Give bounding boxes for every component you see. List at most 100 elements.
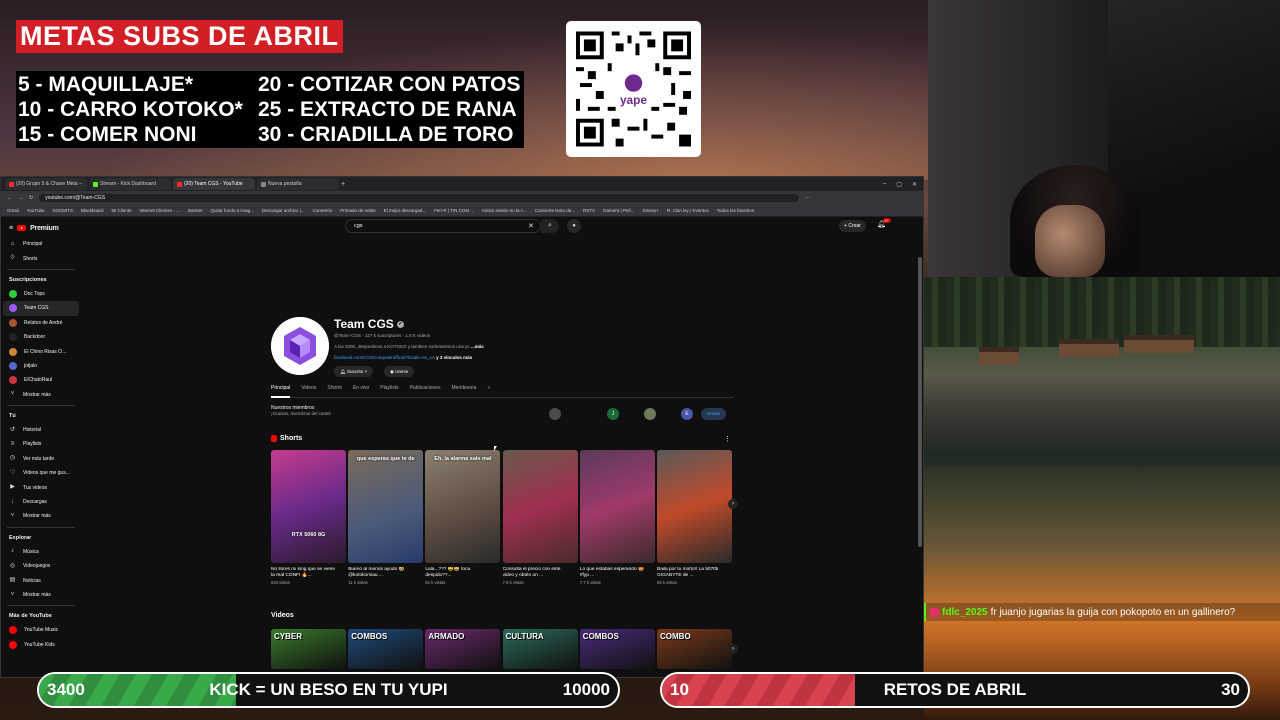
- member-avatar[interactable]: [549, 408, 561, 420]
- voice-search-button[interactable]: ●: [567, 219, 581, 233]
- channel-tab[interactable]: Publicaciones: [410, 385, 441, 397]
- sidebar-item[interactable]: ˅ Mostrar más: [1, 388, 81, 402]
- maximize-icon[interactable]: ▢: [896, 181, 902, 188]
- subscriptions-heading[interactable]: Suscripciones: [1, 273, 81, 287]
- member-avatar[interactable]: J: [607, 408, 619, 420]
- sidebar-item[interactable]: ↓ Descargas: [1, 495, 81, 509]
- channel-search-icon[interactable]: ⌕: [487, 385, 490, 397]
- video-thumbnail[interactable]: ARMADO: [425, 629, 501, 669]
- short-card[interactable]: Consulta el precio con este video y obté…: [502, 450, 578, 585]
- bookmark-item[interactable]: Convierte texto de...: [535, 208, 575, 213]
- sidebar-item[interactable]: ≡ Playlists: [1, 437, 81, 451]
- short-thumbnail[interactable]: RTX 5060 8G: [271, 450, 346, 563]
- new-tab-icon[interactable]: +: [341, 181, 345, 188]
- short-card[interactable]: RTX 5060 8G No llores mi king que se vien…: [271, 450, 346, 585]
- bookmark-item[interactable]: Iniciar sesión en la c...: [482, 208, 527, 213]
- short-card[interactable]: que esperas que te de Bueno al menos ayud…: [348, 450, 424, 585]
- sidebar-item[interactable]: ˅ Mostrar más: [1, 509, 81, 523]
- bookmark-item[interactable]: RSTV: [583, 208, 595, 213]
- sidebar-channel[interactable]: jotjalo: [1, 359, 81, 373]
- channel-tab[interactable]: Playlists: [380, 385, 398, 397]
- short-title[interactable]: Baila por tu moño!! La 5070ti GIGABYTE d…: [657, 567, 732, 579]
- bookmark-item[interactable]: Descargar archivo |...: [262, 208, 305, 213]
- sidebar-item[interactable]: ˅ Mostrar más: [1, 588, 81, 602]
- browser-tab[interactable]: Stream - Kick Dashboard: [89, 178, 171, 190]
- sidebar-item[interactable]: ♪ Música: [1, 545, 81, 559]
- video-thumbnail[interactable]: CULTURA: [502, 629, 578, 669]
- join-button[interactable]: ◉ Unirse: [384, 366, 415, 377]
- minimize-icon[interactable]: –: [883, 181, 886, 188]
- sidebar-channel[interactable]: Relatos de André: [1, 316, 81, 330]
- sidebar-item[interactable]: ▤ Noticias: [1, 573, 81, 587]
- short-thumbnail[interactable]: que esperas que te de: [348, 450, 424, 563]
- short-thumbnail[interactable]: [502, 450, 578, 563]
- short-thumbnail[interactable]: Eh, la alarma sale mal: [425, 450, 501, 563]
- channel-tab[interactable]: Principal: [271, 385, 291, 398]
- sidebar-channel[interactable]: Doc Tops: [1, 287, 81, 301]
- channel-description[interactable]: A los 200K, despedimos a KOTOKO y tambie…: [334, 344, 484, 349]
- short-title[interactable]: No llores mi king que se viene la real C…: [271, 567, 346, 579]
- bookmark-item[interactable]: Banner: [188, 208, 203, 213]
- sidebar-channel[interactable]: ElChatoRaul: [1, 373, 81, 387]
- channel-tab[interactable]: Membresía: [451, 385, 476, 397]
- url-field[interactable]: youtube.com/@Team-CGS: [39, 194, 800, 202]
- bookmark-item[interactable]: Quitar fondo a imag...: [211, 208, 254, 213]
- bookmark-item[interactable]: Disney+: [642, 208, 658, 213]
- sidebar-channel[interactable]: YouTube Music: [1, 623, 81, 637]
- video-thumbnail[interactable]: CYBER: [271, 629, 346, 669]
- bookmark-item[interactable]: Cometrón: [313, 208, 333, 213]
- clear-search-icon[interactable]: ✕: [528, 222, 534, 230]
- bookmark-item[interactable]: Feri-R | TIN.COM ...: [434, 208, 474, 213]
- member-avatar[interactable]: E: [681, 408, 693, 420]
- short-card[interactable]: Baila por tu moño!! La 5070ti GIGABYTE d…: [657, 450, 732, 585]
- reload-icon[interactable]: ↻: [29, 195, 33, 201]
- short-title[interactable]: Consulta el precio con este video y obté…: [503, 567, 578, 579]
- bookmark-item[interactable]: Blackboard: [81, 208, 104, 213]
- forward-icon[interactable]: →: [18, 195, 23, 201]
- menu-icon[interactable]: ≡: [9, 225, 13, 232]
- short-title[interactable]: Bueno al menos ayudó 🤣 @kotokomiau ...: [348, 567, 423, 579]
- subscribed-button[interactable]: 🔔︎ Suscrito ˅: [334, 366, 374, 377]
- channel-tab[interactable]: En vivo: [353, 385, 369, 397]
- video-thumbnail[interactable]: COMBOS: [579, 629, 655, 669]
- video-thumbnail[interactable]: COMBOS: [348, 629, 424, 669]
- channel-link-url[interactable]: facebook.com/CGSComputerofficial?locale=…: [334, 355, 435, 360]
- youtube-logo-icon[interactable]: [17, 225, 27, 231]
- short-thumbnail[interactable]: [579, 450, 655, 563]
- sidebar-item[interactable]: ⟐ Shorts: [1, 251, 81, 265]
- bookmark-item[interactable]: Gamera | Pelí...: [603, 208, 634, 213]
- sidebar-item[interactable]: ⌂ Principal: [1, 237, 81, 251]
- extensions-icon[interactable]: ⋯: [805, 195, 810, 201]
- channel-tab[interactable]: Videos: [301, 385, 316, 397]
- page-scrollbar[interactable]: [918, 257, 922, 547]
- sidebar-item[interactable]: ▶ Tus videos: [1, 480, 81, 494]
- sidebar-item[interactable]: ♡ Videos que me gus...: [1, 466, 81, 480]
- search-button[interactable]: ⌕: [541, 219, 559, 233]
- more-options-icon[interactable]: ⋮: [724, 435, 731, 443]
- bookmark-item[interactable]: Gmail: [7, 208, 19, 213]
- short-title[interactable]: Lo que estabas esperando 😍 #fyp ...: [580, 567, 655, 579]
- bookmark-item[interactable]: R. Clan ley | Eventos: [667, 208, 709, 213]
- channel-avatar[interactable]: [271, 317, 329, 375]
- bookmark-item[interactable]: SOCMITS: [52, 208, 73, 213]
- sidebar-item[interactable]: ◎ Videojuegos: [1, 559, 81, 573]
- more-links[interactable]: y 3 vínculos más: [436, 355, 472, 360]
- short-card[interactable]: Eh, la alarma sale mal Lala...??? 😅😅 toca…: [425, 450, 501, 585]
- bookmark-item[interactable]: Primado de notas: [340, 208, 375, 213]
- next-arrow-icon[interactable]: ›: [728, 644, 738, 654]
- channel-link[interactable]: facebook.com/CGSComputerofficial?locale=…: [334, 355, 472, 360]
- sidebar-channel[interactable]: Backdoor: [1, 330, 81, 344]
- bookmark-item[interactable]: El mejor descargad...: [384, 208, 427, 213]
- video-thumbnail[interactable]: COMBO: [657, 629, 732, 669]
- search-input[interactable]: cgs: [345, 219, 541, 233]
- bookmark-item[interactable]: YouTube: [27, 208, 45, 213]
- browser-tab[interactable]: (20) Grupo 5 & Chane Meta –: [5, 178, 87, 190]
- short-card[interactable]: Lo que estabas esperando 😍 #fyp ... 7.7 k…: [579, 450, 655, 585]
- browser-tab-active[interactable]: (20) Team CGS - YouTube: [173, 178, 255, 190]
- short-thumbnail[interactable]: [657, 450, 732, 563]
- next-arrow-icon[interactable]: ›: [728, 499, 738, 509]
- back-icon[interactable]: ←: [7, 195, 12, 201]
- member-avatar[interactable]: [644, 408, 656, 420]
- bookmark-item[interactable]: Todos los favoritos: [717, 208, 754, 213]
- sidebar-item[interactable]: ◷ Ver más tarde: [1, 452, 81, 466]
